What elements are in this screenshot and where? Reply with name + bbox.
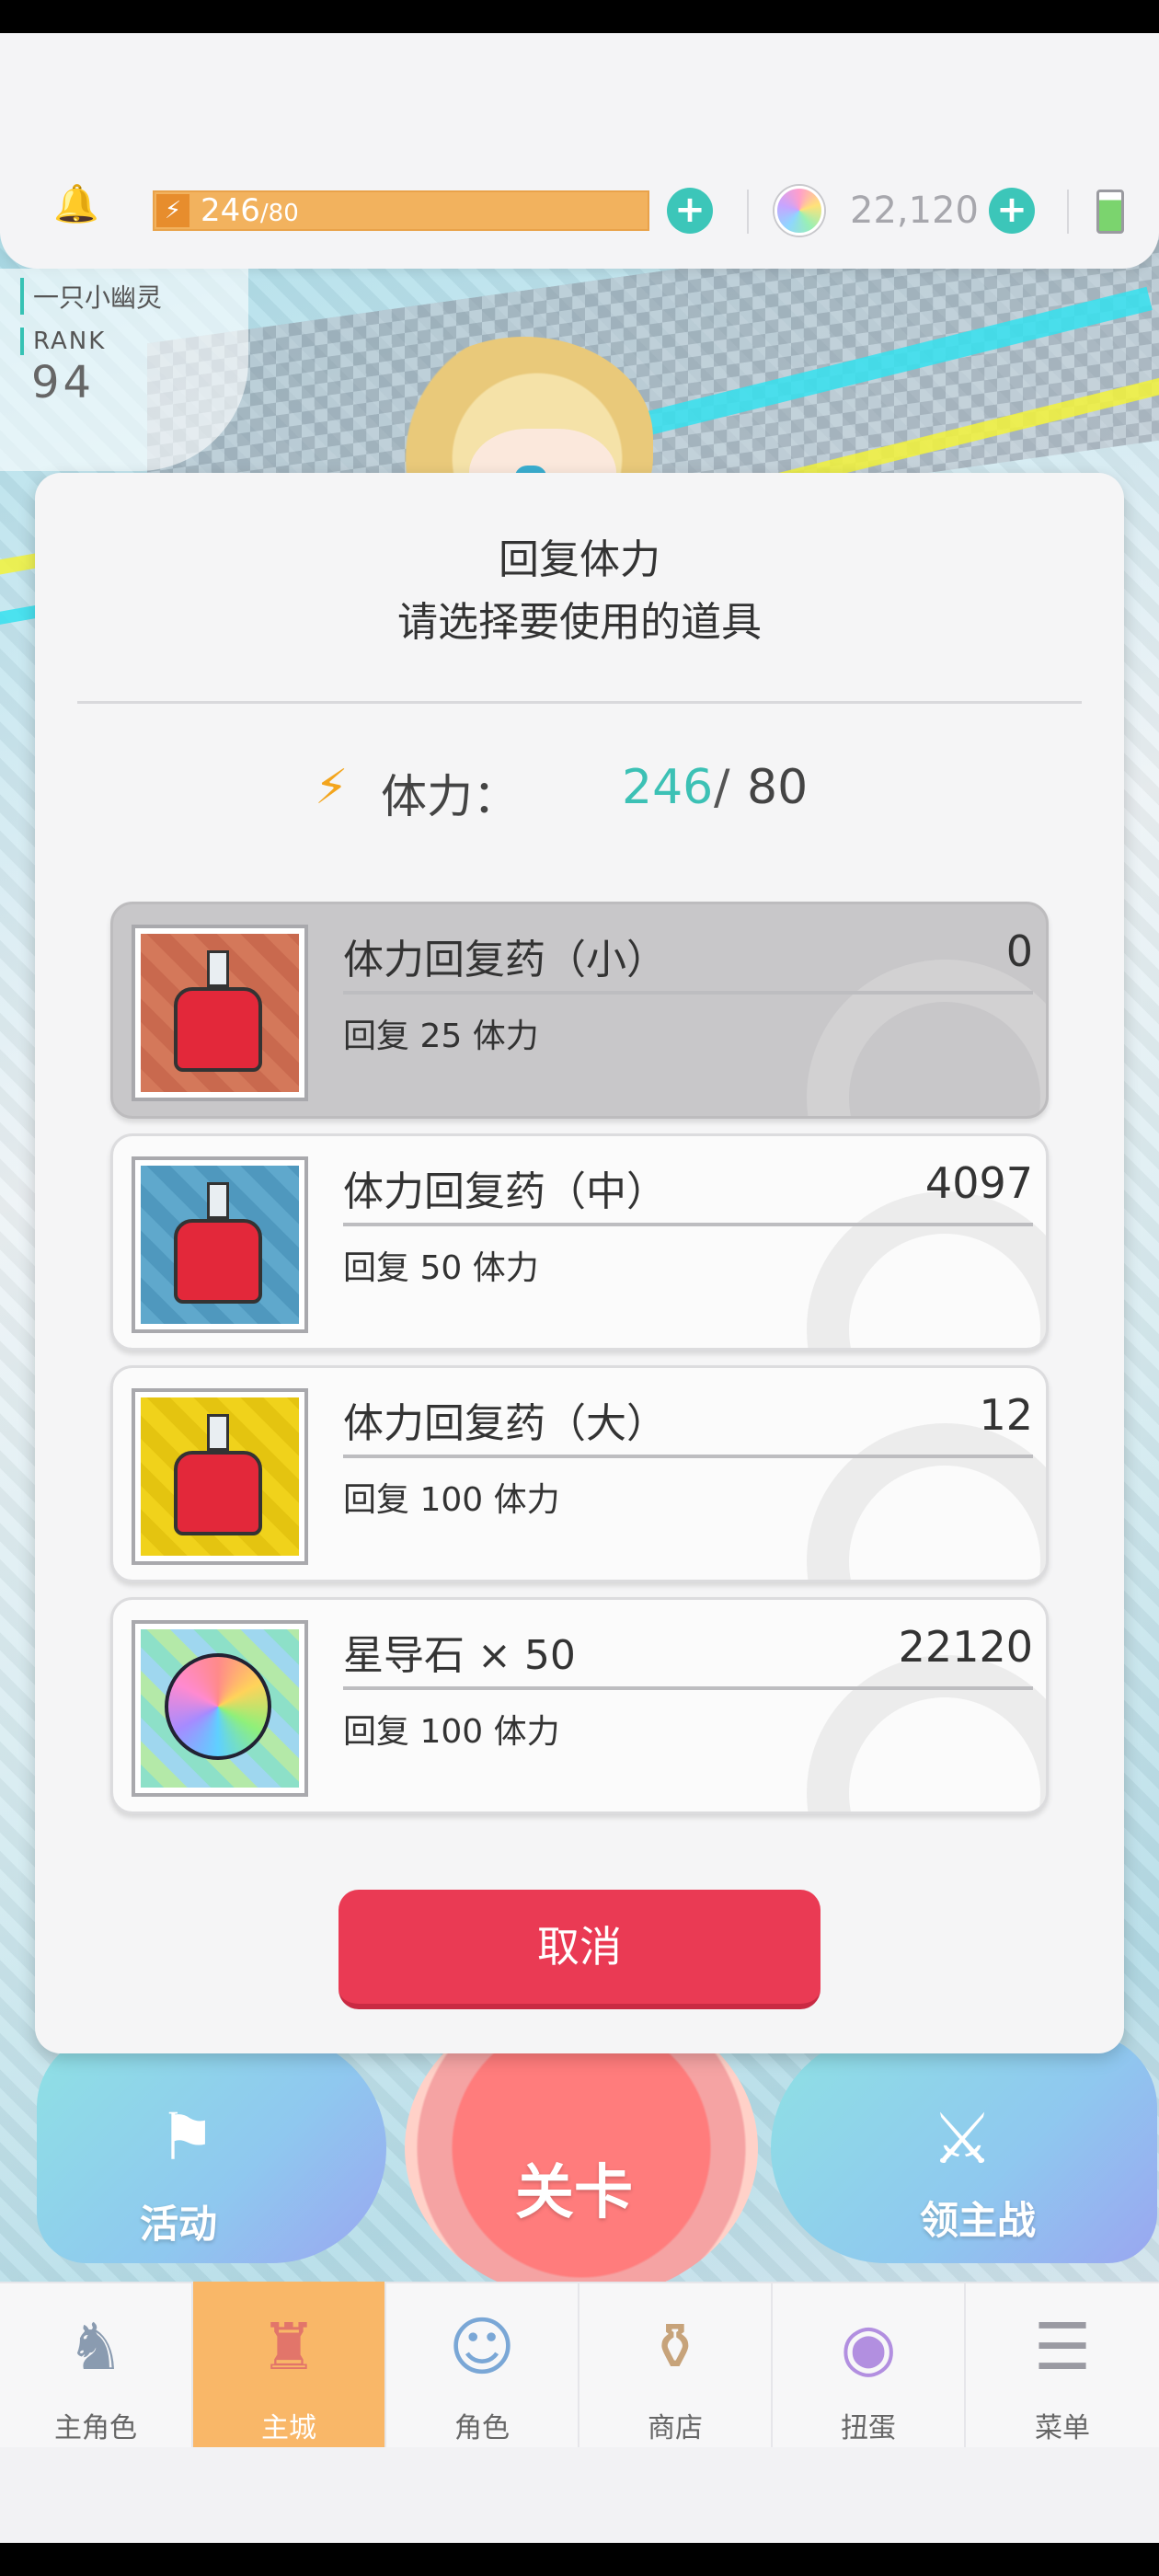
item-divider xyxy=(343,1686,1033,1690)
item-name: 体力回复药（大） xyxy=(343,1400,667,1447)
item-count: 12 xyxy=(979,1390,1033,1440)
lightning-icon: ⚡ xyxy=(315,760,349,815)
rainbow-orb xyxy=(165,1653,271,1760)
item-thumbnail xyxy=(132,1156,308,1333)
potion-neck xyxy=(207,950,229,987)
dialog-subtitle: 请选择要使用的道具 xyxy=(397,599,762,646)
item-star-stone[interactable]: 星导石 × 50 22120 回复 100 体力 xyxy=(110,1597,1049,1814)
item-divider xyxy=(343,1455,1033,1458)
item-stamina-potion-small[interactable]: 体力回复药（小） 0 回复 25 体力 xyxy=(110,902,1049,1119)
item-count: 22120 xyxy=(898,1622,1033,1672)
stamina-label: 体力： xyxy=(381,770,519,823)
item-stamina-potion-medium[interactable]: 体力回复药（中） 4097 回复 50 体力 xyxy=(110,1133,1049,1351)
stamina-separator: / xyxy=(714,760,730,815)
potion-neck xyxy=(207,1182,229,1219)
system-bottom-bar xyxy=(0,2543,1159,2576)
potion-neck xyxy=(207,1414,229,1451)
potion-body xyxy=(174,1451,262,1535)
item-thumbnail xyxy=(132,1388,308,1565)
star-stone-icon xyxy=(141,1629,299,1788)
medium-potion-icon xyxy=(141,1166,299,1324)
item-name: 星导石 × 50 xyxy=(343,1632,576,1679)
item-description: 回复 50 体力 xyxy=(343,1249,539,1287)
emblem-watermark xyxy=(807,1655,1046,1811)
item-stamina-potion-large[interactable]: 体力回复药（大） 12 回复 100 体力 xyxy=(110,1365,1049,1582)
emblem-watermark xyxy=(807,1191,1046,1348)
cancel-button[interactable]: 取消 xyxy=(339,1890,820,2009)
item-divider xyxy=(343,991,1033,995)
item-divider xyxy=(343,1223,1033,1226)
stamina-max-value: 80 xyxy=(747,760,809,815)
item-description: 回复 100 体力 xyxy=(343,1713,560,1751)
item-count: 0 xyxy=(1005,926,1033,976)
dialog-divider xyxy=(77,701,1082,704)
potion-body xyxy=(174,987,262,1072)
item-thumbnail xyxy=(132,925,308,1101)
emblem-watermark xyxy=(807,1423,1046,1580)
item-count: 4097 xyxy=(924,1158,1033,1208)
stamina-current-value: 246 xyxy=(622,760,714,815)
status-bar xyxy=(0,0,1159,33)
item-name: 体力回复药（小） xyxy=(343,937,667,983)
item-thumbnail xyxy=(132,1620,308,1797)
dialog-title: 回复体力 xyxy=(499,536,660,583)
potion-body xyxy=(174,1219,262,1304)
emblem-watermark xyxy=(807,960,1046,1116)
small-potion-icon xyxy=(141,934,299,1092)
item-name: 体力回复药（中） xyxy=(343,1168,667,1215)
item-description: 回复 100 体力 xyxy=(343,1481,560,1519)
item-description: 回复 25 体力 xyxy=(343,1018,539,1055)
large-potion-icon xyxy=(141,1397,299,1556)
